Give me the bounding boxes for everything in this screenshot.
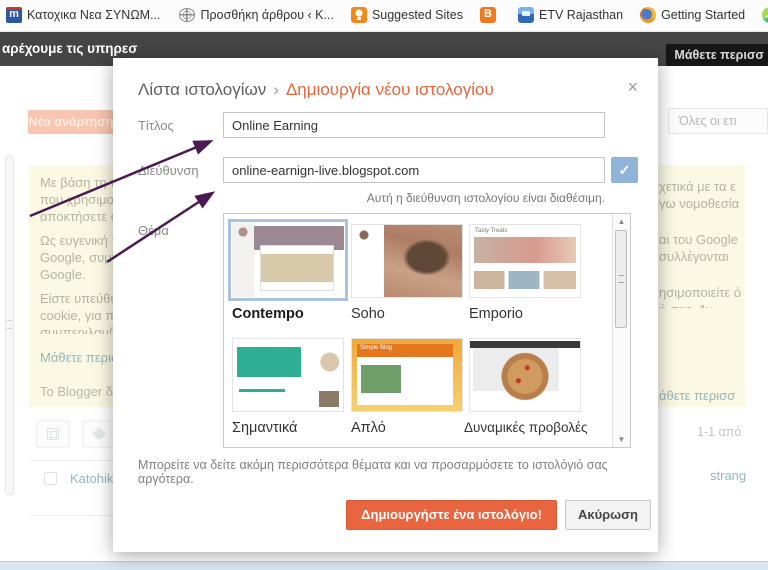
dialog-buttons: Δημιουργήστε ένα ιστολόγιο! Ακύρωση [346,500,651,530]
all-labels-dropdown[interactable]: Όλες οι ετι [668,108,768,134]
bookmark-label: ETV Rajasthan [538,8,624,22]
notice-line: Google. [40,267,86,282]
post-row-checkbox[interactable] [44,472,57,485]
cookie-notice-text: αρέχουμε τις υπηρεσ [2,41,138,56]
select-posts-button[interactable] [36,420,70,448]
page-bottom-strip [0,561,768,570]
tag-icon [91,426,107,442]
divider [29,515,113,516]
notice-line: αι του Google [659,232,738,247]
address-available-check-icon: ✓ [611,157,638,183]
learn-more-link[interactable]: Μάθετε περισσ [666,44,768,66]
bookmark-item-suggested-sites[interactable]: Suggested Sites [350,7,463,23]
theme-name[interactable]: Emporio [469,306,523,322]
theme-name[interactable]: Soho [351,306,385,322]
theme-preview-title: Tasty Treats [475,228,508,234]
dialog-breadcrumb: Λίστα ιστολογίων › Δημιουργία νέου ιστολογ… [138,80,494,100]
notice-line: Ως ευγενική π [40,233,114,248]
new-post-button[interactable]: Νέα ανάρτηση [28,110,114,134]
notice-line: γω νομοθεσία [659,196,740,211]
close-icon[interactable]: × [627,78,638,96]
theme-option-dynamic-views[interactable] [469,338,581,412]
scrollbar-thumb[interactable] [615,230,627,328]
bookmark-item-blogger[interactable] [479,7,501,23]
globe-icon [178,8,195,22]
blog-address-input[interactable] [223,157,605,183]
create-blog-dialog: × Λίστα ιστολογίων › Δημιουργία νέου ιστολ… [113,58,658,552]
leaf-site-icon [762,7,768,23]
bookmark-item-getting-started[interactable]: Getting Started [640,7,745,23]
blogger-icon [479,7,496,23]
divider [29,460,113,461]
firefox-icon [640,7,657,23]
theme-option-soho[interactable] [351,224,463,298]
theme-option-contempo[interactable] [228,219,348,301]
theme-name[interactable]: Σημαντικά [232,420,297,436]
theme-preview-title: Simple Blog [360,345,393,351]
breadcrumb-parent[interactable]: Λίστα ιστολογίων [138,80,266,99]
notice-line: συλλέγονται [659,249,729,264]
notice-line: ησιμοποιείτε ό [659,285,742,300]
theme-picker: Tasty Treats Contempo Soho Emporio Simpl… [223,213,631,448]
create-blog-button[interactable]: Δημιουργήστε ένα ιστολόγιο! [346,500,557,530]
title-field-label: Τίτλος [138,118,174,133]
themes-note: Μπορείτε να δείτε ακόμη περισσότερα θέμα… [138,458,608,486]
notice-line: Με βάση τη τ [40,175,114,190]
scroll-down-icon[interactable]: ▼ [613,435,630,444]
lightbulb-icon [350,7,367,23]
scroll-up-icon[interactable]: ▲ [613,217,630,226]
theme-name[interactable]: Απλό [351,420,386,436]
bookmark-item-fifthelem[interactable]: https://www.fifthelem... [762,7,768,23]
notice-line: Google, συμπ [40,250,114,265]
bookmark-item-katoxika[interactable]: Κατοχικα Νεα ΣΥΝΩΜ... [6,7,161,23]
learn-more-link-dimmed[interactable]: άθετε περισσ [659,388,747,403]
theme-option-emporio[interactable]: Tasty Treats [469,224,581,298]
theme-field-label: Θέμα [138,223,169,238]
m-site-icon [6,7,22,23]
blog-title-input[interactable] [223,112,605,138]
tv-site-icon [517,7,534,23]
pagination-label: 1-1 από [697,425,742,439]
bookmark-label: Κατοχικα Νεα ΣΥΝΩΜ... [27,8,161,22]
theme-thumbnail-contempo [232,223,344,297]
notice-line: συμπεριλαμβά [40,325,114,334]
cookie-notice-left-column: Με βάση τη τ που χρησιμοπ αποκτήσετε σι … [40,174,114,334]
bookmark-label: Προσθήκη άρθρου ‹ Κ... [200,8,334,22]
bookmark-item-add-article[interactable]: Προσθήκη άρθρου ‹ Κ... [178,7,334,23]
left-scrollbar[interactable] [5,155,14,495]
notice-line: Είστε υπεύθυν [40,291,114,306]
bookmarks-bar: Κατοχικα Νεα ΣΥΝΩΜ... Προσθήκη άρθρου ‹ … [0,0,768,32]
address-field-label: Διεύθυνση [138,163,199,178]
address-availability-message: Αυτή η διεύθυνση ιστολογίου είναι διαθέσ… [366,191,605,205]
breadcrumb-current: Δημιουργία νέου ιστολογίου [285,80,494,99]
notice-line: χετικά με τα ε [659,179,736,194]
notice-line: που χρησιμοπ [40,192,114,207]
bookmark-label: Getting Started [661,8,746,22]
theme-name[interactable]: Contempo [232,306,304,322]
labels-button[interactable] [82,420,116,448]
theme-scrollbar[interactable]: ▲ ▼ [612,214,630,447]
breadcrumb-separator-icon: › [273,80,279,99]
theme-name[interactable]: Δυναμικές προβολές [464,420,588,435]
theme-option-aplo[interactable]: Simple Blog [351,338,463,412]
select-all-icon [47,428,59,440]
theme-option-simantika[interactable] [232,338,344,412]
screen: Κατοχικα Νεα ΣΥΝΩΜ... Προσθήκη άρθρου ‹ … [0,0,768,570]
cookie-notice-right-column: χετικά με τα ε γω νομοθεσία αι του Googl… [659,178,747,308]
cancel-button[interactable]: Ακύρωση [564,500,651,530]
learn-more-link-dimmed[interactable]: Μάθετε περισ [40,350,114,365]
notice-line: cookie, για πο [40,308,114,323]
author-link[interactable]: strang [710,468,746,483]
notice-line: αποκτήσετε σι [40,209,114,224]
notice-line: ή σας. Αν [659,301,747,308]
bookmark-label: Suggested Sites [371,8,463,22]
bookmark-item-etv-rajasthan[interactable]: ETV Rajasthan [517,7,624,23]
notice-footer-text: Το Blogger δεν [40,384,114,399]
